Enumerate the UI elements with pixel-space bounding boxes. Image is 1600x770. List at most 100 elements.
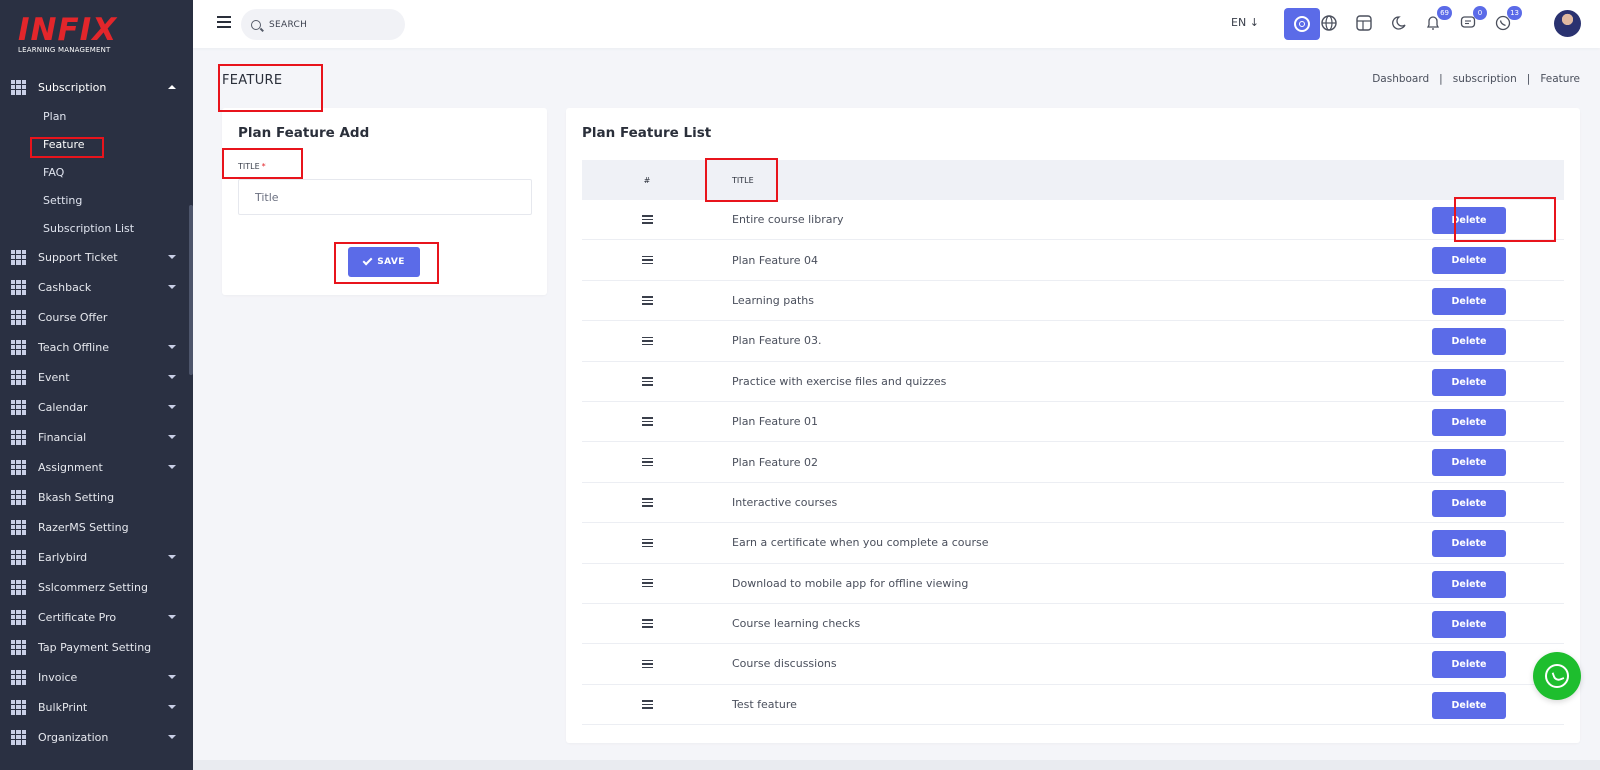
sidebar-item-event[interactable]: Event — [0, 362, 193, 392]
moon-icon[interactable] — [1388, 12, 1410, 34]
bottom-scrollbar[interactable] — [193, 760, 1600, 770]
delete-button[interactable]: Delete — [1432, 610, 1506, 638]
whatsapp-icon — [1545, 664, 1569, 688]
caret-down-icon — [168, 405, 176, 409]
drag-handle-icon[interactable] — [582, 496, 712, 509]
drag-handle-icon[interactable] — [582, 456, 712, 469]
feature-title: Learning paths — [732, 293, 814, 307]
grid-icon — [11, 459, 26, 475]
delete-button[interactable]: Delete — [1432, 449, 1506, 477]
drag-handle-icon[interactable] — [582, 698, 712, 711]
sidebar-item-organization[interactable]: Organization — [0, 722, 193, 752]
sidebar-item-tap-payment-setting[interactable]: Tap Payment Setting — [0, 632, 193, 662]
layout-icon[interactable] — [1353, 12, 1375, 34]
sidebar-item-financial[interactable]: Financial — [0, 422, 193, 452]
plan-feature-list-card: Plan Feature List # TITLE Entire course … — [566, 108, 1580, 743]
sidebar-item-course-offer[interactable]: Course Offer — [0, 302, 193, 332]
settings-button[interactable] — [1284, 8, 1320, 40]
delete-button[interactable]: Delete — [1432, 328, 1506, 356]
drag-handle-icon[interactable] — [582, 537, 712, 550]
grid-icon — [11, 399, 26, 415]
sidebar-subitem-plan[interactable]: Plan — [0, 102, 193, 130]
delete-button[interactable]: Delete — [1432, 287, 1506, 315]
sidebar-item-earlybird[interactable]: Earlybird — [0, 542, 193, 572]
breadcrumb-subscription[interactable]: subscription — [1453, 73, 1517, 85]
sidebar-item-invoice[interactable]: Invoice — [0, 662, 193, 692]
delete-button[interactable]: Delete — [1432, 368, 1506, 396]
drag-handle-icon[interactable] — [582, 415, 712, 428]
drag-handle-icon[interactable] — [582, 658, 712, 671]
sidebar-item-assignment[interactable]: Assignment — [0, 452, 193, 482]
grid-icon — [11, 609, 26, 625]
sidebar-subitem-subscription-list[interactable]: Subscription List — [0, 214, 193, 242]
save-button[interactable]: SAVE — [348, 247, 420, 277]
sidebar-item-cashback[interactable]: Cashback — [0, 272, 193, 302]
messages-badge: 0 — [1473, 6, 1487, 20]
sidebar-item-support-ticket[interactable]: Support Ticket — [0, 242, 193, 272]
search-icon — [251, 19, 261, 30]
drag-handle-icon[interactable] — [582, 617, 712, 630]
delete-button[interactable]: Delete — [1432, 489, 1506, 517]
breadcrumb-dashboard[interactable]: Dashboard — [1372, 73, 1429, 85]
whatsapp-float-button[interactable] — [1533, 652, 1581, 700]
drag-handle-icon[interactable] — [582, 375, 712, 388]
drag-handle-icon[interactable] — [582, 213, 712, 226]
table-row: Practice with exercise files and quizzes… — [582, 362, 1564, 402]
table-row: Plan Feature 01 Delete — [582, 402, 1564, 443]
delete-button[interactable]: Delete — [1432, 530, 1506, 558]
menu-icon[interactable] — [217, 16, 231, 28]
breadcrumb: Dashboard | subscription | Feature — [1372, 73, 1580, 85]
drag-handle-icon[interactable] — [582, 254, 712, 267]
sidebar-item-label: Earlybird — [38, 550, 88, 564]
bell-icon[interactable]: 69 — [1422, 6, 1452, 34]
sidebar-item-sslcommerz-setting[interactable]: Sslcommerz Setting — [0, 572, 193, 602]
delete-button[interactable]: Delete — [1432, 247, 1506, 275]
delete-button[interactable]: Delete — [1432, 691, 1506, 719]
sidebar-subitem-setting[interactable]: Setting — [0, 186, 193, 214]
check-icon — [362, 255, 373, 266]
sidebar-item-label: BulkPrint — [38, 700, 88, 714]
sidebar-item-subscription[interactable]: Subscription — [0, 72, 193, 102]
column-header-title: TITLE — [732, 175, 754, 185]
sidebar-item-teach-offline[interactable]: Teach Offline — [0, 332, 193, 362]
language-selector[interactable]: EN ↓ — [1231, 16, 1259, 29]
sidebar-item-label: Organization — [38, 730, 109, 744]
drag-handle-icon[interactable] — [582, 577, 712, 590]
feature-title: Earn a certificate when you complete a c… — [732, 536, 989, 550]
delete-button[interactable]: Delete — [1432, 408, 1506, 436]
gear-icon — [1294, 16, 1310, 32]
sidebar-item-label: Certificate Pro — [38, 610, 117, 624]
whatsapp-header-icon[interactable]: 13 — [1492, 6, 1522, 34]
title-input[interactable] — [238, 179, 532, 215]
avatar[interactable] — [1554, 10, 1581, 37]
delete-button[interactable]: Delete — [1432, 207, 1506, 234]
drag-handle-icon[interactable] — [582, 294, 712, 307]
drag-handle-icon[interactable] — [582, 335, 712, 348]
feature-table: # TITLE Entire course library Delete Plan … — [582, 160, 1564, 726]
sidebar-subitem-faq[interactable]: FAQ — [0, 158, 193, 186]
grid-icon — [11, 79, 26, 95]
caret-down-icon — [168, 705, 176, 709]
grid-icon — [11, 339, 26, 355]
sidebar-scrollbar[interactable] — [189, 205, 193, 375]
delete-button[interactable]: Delete — [1432, 570, 1506, 598]
globe-icon[interactable] — [1318, 12, 1340, 34]
sidebar-item-bulkprint[interactable]: BulkPrint — [0, 692, 193, 722]
table-row: Entire course library Delete — [582, 200, 1564, 241]
brand-logo[interactable]: INFIX LEARNING MANAGEMENT — [18, 14, 117, 54]
sidebar-subitem-feature[interactable]: Feature — [0, 130, 193, 158]
sidebar-item-certificate-pro[interactable]: Certificate Pro — [0, 602, 193, 632]
sidebar-item-razerms-setting[interactable]: RazerMS Setting — [0, 512, 193, 542]
feature-title: Download to mobile app for offline viewi… — [732, 576, 969, 590]
table-header: # TITLE — [582, 160, 1564, 200]
sidebar-item-bkash-setting[interactable]: Bkash Setting — [0, 482, 193, 512]
column-header-number: # — [643, 175, 651, 185]
table-row: Download to mobile app for offline viewi… — [582, 564, 1564, 604]
sidebar-item-calendar[interactable]: Calendar — [0, 392, 193, 422]
whatsapp-badge: 13 — [1507, 6, 1522, 20]
chat-icon[interactable]: 0 — [1457, 6, 1487, 34]
search-input[interactable] — [269, 19, 389, 30]
required-mark: * — [261, 162, 266, 171]
delete-button[interactable]: Delete — [1432, 651, 1506, 679]
feature-title: Practice with exercise files and quizzes — [732, 374, 947, 388]
